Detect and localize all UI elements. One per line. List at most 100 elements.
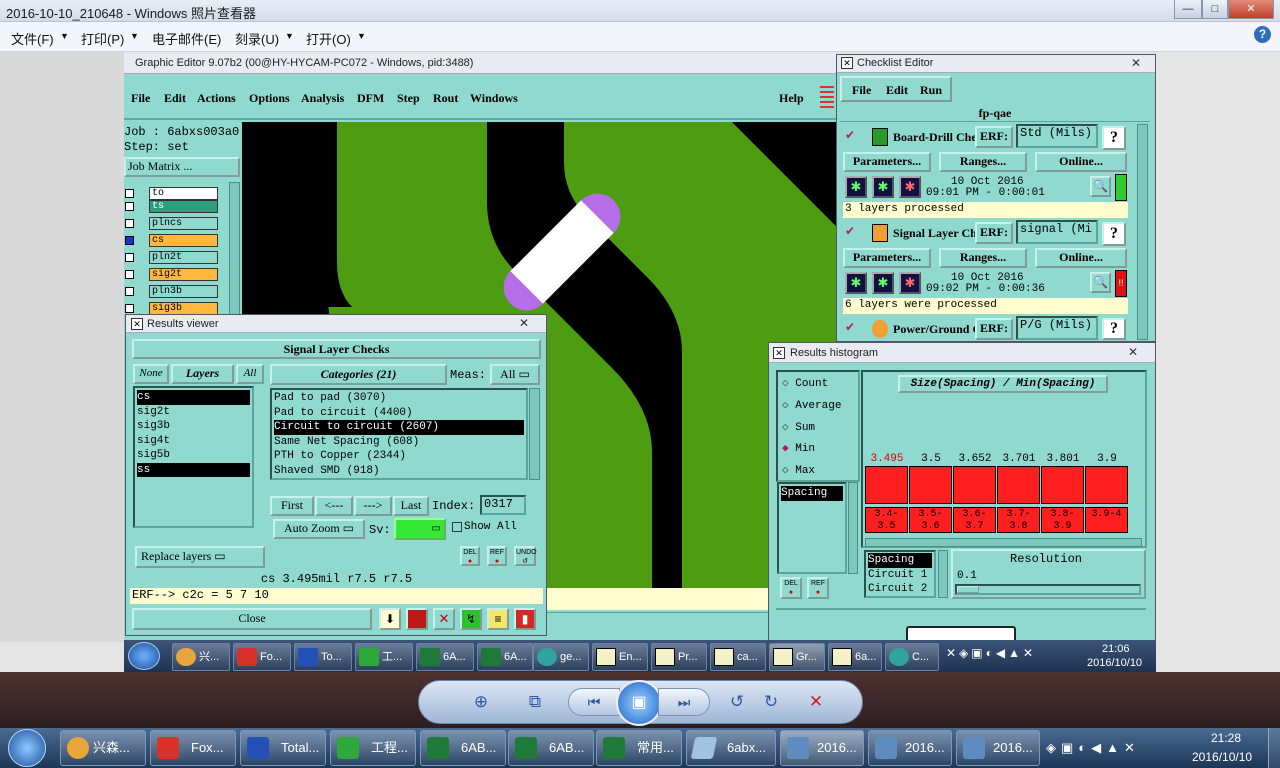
- taskbar-item-active[interactable]: 2016...: [780, 730, 864, 766]
- list-item[interactable]: Spacing: [781, 486, 843, 501]
- auto-zoom-button[interactable]: Auto Zoom ▭: [273, 519, 365, 539]
- del-button[interactable]: DEL ●: [780, 577, 802, 599]
- next-button[interactable]: --->: [354, 496, 392, 516]
- zoom-icon[interactable]: 🔍: [1090, 272, 1111, 293]
- taskbar-item[interactable]: Pr...: [651, 643, 707, 671]
- resolution-slider[interactable]: [955, 584, 1141, 595]
- layer-checkbox[interactable]: [125, 219, 134, 228]
- taskbar-item[interactable]: To...: [294, 643, 352, 671]
- slideshow-icon[interactable]: ▣: [616, 680, 662, 726]
- delete-icon[interactable]: ✕: [803, 690, 829, 714]
- ge-menu-options[interactable]: Options: [249, 91, 290, 106]
- erf-value[interactable]: signal (Mi: [1016, 220, 1098, 244]
- taskbar-item[interactable]: ca...: [710, 643, 766, 671]
- list-item[interactable]: sig2t: [137, 405, 250, 420]
- ge-menu-file[interactable]: File: [131, 91, 150, 106]
- list-item[interactable]: sig4t: [137, 434, 250, 449]
- ranges-button[interactable]: Ranges...: [939, 248, 1027, 268]
- layer-checkbox[interactable]: [125, 202, 134, 211]
- minimize-button[interactable]: —: [1174, 0, 1202, 19]
- show-desktop-button[interactable]: [1268, 728, 1280, 768]
- stop-icon[interactable]: ✱: [899, 272, 921, 294]
- layer-row-plncs[interactable]: plncs: [124, 217, 218, 230]
- list-item[interactable]: Pad to pad (3070): [274, 391, 524, 406]
- histogram-bar[interactable]: [1041, 466, 1084, 504]
- list-item[interactable]: Shaved SMD (918): [274, 464, 524, 479]
- taskbar-item[interactable]: 6abx...: [686, 730, 776, 766]
- help-icon[interactable]: ?: [1102, 222, 1126, 246]
- taskbar-item[interactable]: Fo...: [233, 643, 291, 671]
- fit-icon[interactable]: ⧉: [522, 690, 548, 714]
- categories-list[interactable]: Pad to pad (3070) Pad to circuit (4400) …: [270, 388, 528, 480]
- item-check-icon[interactable]: ✔: [845, 224, 855, 238]
- measure-list[interactable]: Spacing: [777, 482, 847, 574]
- ge-menu-rout[interactable]: Rout: [433, 91, 458, 106]
- layer-scrollbar[interactable]: [229, 182, 240, 322]
- online-button[interactable]: Online...: [1035, 152, 1127, 172]
- ref-button[interactable]: REF ●: [487, 546, 507, 566]
- help-icon[interactable]: ?: [1102, 126, 1126, 150]
- option-count[interactable]: ◇ Count: [782, 376, 828, 390]
- help-icon[interactable]: ?: [1102, 318, 1126, 340]
- check-icon[interactable]: ↯: [460, 608, 482, 630]
- taskbar-item[interactable]: 6AB...: [420, 730, 506, 766]
- measure-list-scrollbar[interactable]: [848, 482, 858, 574]
- taskbar-item[interactable]: Fox...: [150, 730, 236, 766]
- taskbar-item[interactable]: 6A...: [416, 643, 474, 671]
- layer-checkbox[interactable]: [125, 253, 134, 262]
- option-average[interactable]: ◇ Average: [782, 398, 841, 412]
- ck-menu-run[interactable]: Run: [920, 83, 942, 98]
- categories-scrollbar[interactable]: [529, 388, 540, 480]
- list-item[interactable]: Pad to circuit (4400): [274, 406, 524, 421]
- parameters-button[interactable]: Parameters...: [843, 248, 931, 268]
- menu-email[interactable]: 电子邮件(E): [152, 29, 221, 48]
- run-icon[interactable]: ✱: [845, 176, 867, 198]
- first-button[interactable]: First: [270, 496, 314, 516]
- list-item[interactable]: PTH to Copper (2344): [274, 449, 524, 464]
- start-orb-icon[interactable]: [8, 729, 46, 767]
- ge-menu-help[interactable]: Help: [779, 91, 804, 106]
- slider-thumb[interactable]: [957, 586, 979, 593]
- cross-icon[interactable]: ✕: [433, 608, 455, 630]
- menu-file[interactable]: 文件(F): [11, 29, 54, 48]
- menu-open[interactable]: 打开(O): [306, 29, 351, 48]
- histogram-close-icon[interactable]: ✕: [1128, 345, 1138, 359]
- ge-menu-actions[interactable]: Actions: [197, 91, 236, 106]
- histogram-bar[interactable]: [997, 466, 1040, 504]
- meas-select[interactable]: All ▭: [490, 364, 540, 385]
- run-icon[interactable]: ✱: [872, 176, 894, 198]
- histogram-bar[interactable]: [953, 466, 996, 504]
- rotate-left-icon[interactable]: ↺: [724, 690, 750, 714]
- stop-icon[interactable]: ✱: [899, 176, 921, 198]
- none-button[interactable]: None: [133, 364, 169, 384]
- all-button[interactable]: All: [236, 364, 264, 384]
- layer-icon[interactable]: [406, 608, 428, 630]
- run-icon[interactable]: ✱: [845, 272, 867, 294]
- previous-icon[interactable]: ⏮: [568, 688, 620, 716]
- index-input[interactable]: 0317: [480, 495, 526, 515]
- columns-scrollbar[interactable]: [938, 550, 948, 598]
- layer-row-cs[interactable]: cs: [124, 234, 218, 247]
- taskbar-item[interactable]: 工...: [355, 643, 413, 671]
- list-item[interactable]: Same Net Spacing (608): [274, 435, 524, 450]
- ck-menu-file[interactable]: File: [852, 83, 871, 98]
- layer-row-ts[interactable]: ts: [124, 200, 218, 213]
- taskbar-item[interactable]: 工程...: [330, 730, 416, 766]
- layers-list[interactable]: cs sig2t sig3b sig4t sig5b ss: [133, 386, 254, 528]
- menu-burn[interactable]: 刻录(U): [235, 29, 279, 48]
- erf-button[interactable]: ERF:: [975, 126, 1013, 148]
- histogram-bar[interactable]: [1085, 466, 1128, 504]
- categories-button[interactable]: Categories (21): [270, 364, 447, 385]
- ge-menu-windows[interactable]: Windows: [470, 91, 518, 106]
- sv-color-select[interactable]: ▭: [394, 518, 446, 540]
- show-all-checkbox[interactable]: [452, 522, 462, 532]
- taskbar-item[interactable]: 兴森...: [60, 730, 146, 766]
- taskbar-item[interactable]: 2016...: [868, 730, 952, 766]
- tray-icons[interactable]: ◈▣◐◀▲✕: [1046, 740, 1186, 760]
- results-viewer-close-icon[interactable]: ✕: [519, 316, 529, 330]
- tray-icons[interactable]: ✕◈▣◐◀▲✕: [946, 646, 1066, 666]
- zoom-icon[interactable]: 🔍: [1090, 176, 1111, 197]
- report-icon[interactable]: ≡: [487, 608, 509, 630]
- histogram-bar[interactable]: [909, 466, 952, 504]
- maximize-button[interactable]: □: [1202, 0, 1228, 19]
